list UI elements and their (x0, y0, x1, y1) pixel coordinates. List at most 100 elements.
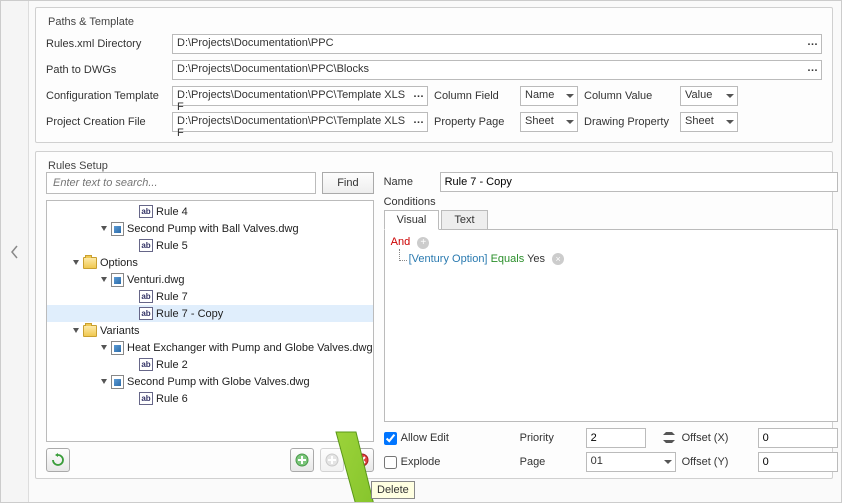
paths-template-title: Paths & Template (44, 16, 138, 28)
dwg-path-browse-icon[interactable]: … (807, 62, 818, 74)
tree-item[interactable]: abRule 7 (47, 288, 373, 305)
chevron-left-icon (10, 245, 20, 259)
config-tpl-label: Configuration Template (46, 90, 166, 102)
remove-condition-icon[interactable]: × (552, 253, 564, 265)
tree-item-label: Rule 4 (156, 206, 188, 218)
tree-item-label: Rule 2 (156, 359, 188, 371)
offset-x-label: Offset (X) (682, 432, 752, 444)
offset-y-label: Offset (Y) (682, 456, 752, 468)
add-condition-icon[interactable]: + (417, 237, 429, 249)
caret-down-icon (566, 120, 574, 124)
expander-icon[interactable] (97, 223, 109, 235)
caret-down-icon (566, 94, 574, 98)
tree-item[interactable]: abRule 7 - Copy (47, 305, 373, 322)
proj-file-input[interactable]: D:\Projects\Documentation\PPC\Template X… (172, 112, 428, 132)
rules-setup-title: Rules Setup (44, 160, 112, 172)
explode-checkbox[interactable]: Explode (384, 456, 514, 469)
plus-grey-icon (325, 453, 339, 467)
expander-icon[interactable] (97, 342, 109, 354)
tree-item[interactable]: abRule 6 (47, 390, 373, 407)
condition-value[interactable]: Yes (527, 253, 545, 265)
refresh-button[interactable] (46, 448, 70, 472)
tree-item-label: Venturi.dwg (127, 274, 184, 286)
tree-item[interactable]: Second Pump with Globe Valves.dwg (47, 373, 373, 390)
tree-item-label: Second Pump with Ball Valves.dwg (127, 223, 299, 235)
dwg-file-icon (111, 375, 124, 389)
tree-item[interactable]: abRule 2 (47, 356, 373, 373)
delete-button[interactable] (350, 448, 374, 472)
dwg-file-icon (111, 273, 124, 287)
find-button[interactable]: Find (322, 172, 373, 194)
tree-item-label: Rule 5 (156, 240, 188, 252)
rule-name-label: Name (384, 176, 434, 188)
tree-item[interactable]: Venturi.dwg (47, 271, 373, 288)
tab-visual[interactable]: Visual (384, 210, 440, 230)
drawing-property-combo[interactable]: Sheet (680, 112, 738, 132)
drawing-property-label: Drawing Property (584, 116, 674, 128)
dwg-path-label: Path to DWGs (46, 64, 166, 76)
tree-item[interactable]: Heat Exchanger with Pump and Globe Valve… (47, 339, 373, 356)
expander-icon[interactable] (97, 274, 109, 286)
property-page-label: Property Page (434, 116, 514, 128)
rule-icon: ab (139, 239, 153, 252)
rules-dir-input[interactable]: D:\Projects\Documentation\PPC (172, 34, 822, 54)
tree-item-label: Options (100, 257, 138, 269)
tree-item-label: Rule 6 (156, 393, 188, 405)
rule-icon: ab (139, 392, 153, 405)
rules-tree[interactable]: abRule 4Second Pump with Ball Valves.dwg… (46, 200, 374, 442)
condition-and[interactable]: And (391, 236, 411, 248)
allow-edit-checkbox[interactable]: Allow Edit (384, 432, 514, 445)
config-tpl-browse-icon[interactable]: … (413, 88, 424, 100)
rule-icon: ab (139, 307, 153, 320)
search-input[interactable] (46, 172, 316, 194)
tree-item-label: Rule 7 - Copy (156, 308, 223, 320)
folder-icon (83, 325, 97, 337)
proj-file-browse-icon[interactable]: … (413, 114, 424, 126)
page-combo[interactable]: 01 (586, 452, 676, 472)
tree-item[interactable]: Options (47, 254, 373, 271)
rules-dir-label: Rules.xml Directory (46, 38, 166, 50)
priority-input[interactable] (586, 428, 646, 448)
dwg-path-input[interactable]: D:\Projects\Documentation\PPC\Blocks (172, 60, 822, 80)
tree-item-label: Variants (100, 325, 140, 337)
tree-item[interactable]: Variants (47, 322, 373, 339)
offset-x-input[interactable] (758, 428, 838, 448)
paths-template-fieldset: Paths & Template Rules.xml Directory D:\… (35, 7, 833, 143)
caret-down-icon (726, 94, 734, 98)
delete-tooltip: Delete (371, 481, 415, 499)
rules-dir-browse-icon[interactable]: … (807, 36, 818, 48)
column-value-combo[interactable]: Value (680, 86, 738, 106)
tree-item[interactable]: abRule 5 (47, 237, 373, 254)
offset-y-input[interactable] (758, 452, 838, 472)
expander-icon[interactable] (97, 376, 109, 388)
tree-item-label: Rule 7 (156, 291, 188, 303)
rule-icon: ab (139, 358, 153, 371)
copy-button[interactable] (320, 448, 344, 472)
tree-item-label: Heat Exchanger with Pump and Globe Valve… (127, 342, 373, 354)
page-label: Page (520, 456, 580, 468)
caret-down-icon (726, 120, 734, 124)
allow-edit-check-icon[interactable] (384, 432, 397, 445)
column-field-combo[interactable]: Name (520, 86, 578, 106)
expander-icon[interactable] (69, 257, 81, 269)
config-tpl-input[interactable]: D:\Projects\Documentation\PPC\Template X… (172, 86, 428, 106)
caret-down-icon (664, 460, 672, 464)
tab-text[interactable]: Text (441, 210, 487, 229)
dwg-file-icon (111, 222, 124, 236)
explode-check-icon[interactable] (384, 456, 397, 469)
add-button[interactable] (290, 448, 314, 472)
column-value-label: Column Value (584, 90, 674, 102)
property-page-combo[interactable]: Sheet (520, 112, 578, 132)
left-collapse-strip[interactable] (1, 1, 29, 502)
plus-icon (295, 453, 309, 467)
condition-operator[interactable]: Equals (491, 253, 525, 265)
expander-icon[interactable] (69, 325, 81, 337)
spin-down-icon[interactable] (663, 440, 675, 443)
dwg-file-icon (111, 341, 124, 355)
rule-name-input[interactable] (440, 172, 838, 192)
tree-item[interactable]: Second Pump with Ball Valves.dwg (47, 220, 373, 237)
spin-up-icon[interactable] (663, 432, 675, 435)
condition-field[interactable]: [Ventury Option] (409, 253, 488, 265)
conditions-label: Conditions (384, 196, 838, 208)
tree-item[interactable]: abRule 4 (47, 203, 373, 220)
